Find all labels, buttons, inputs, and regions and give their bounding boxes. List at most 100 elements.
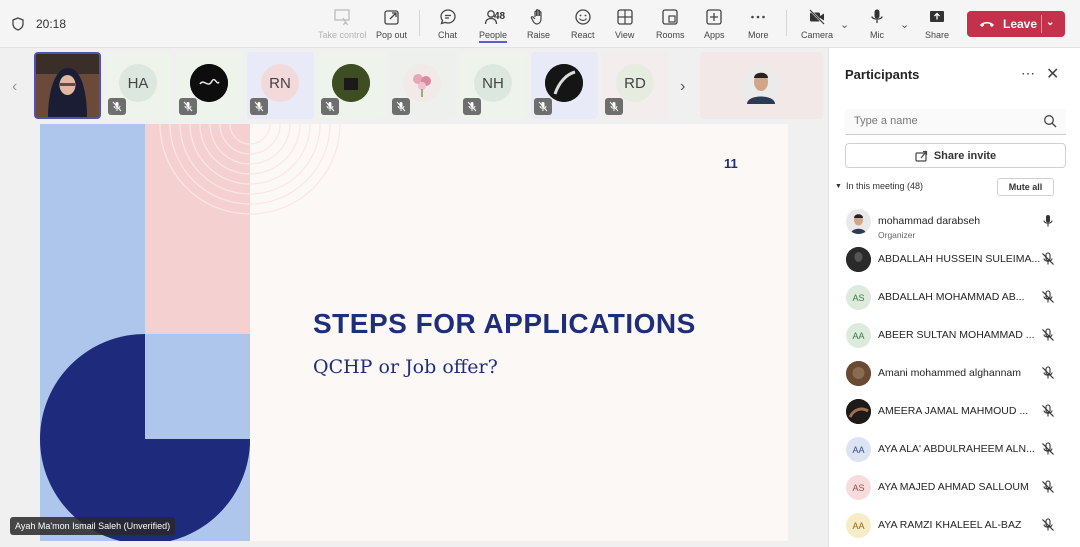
participant-search — [845, 109, 1066, 135]
hand-icon — [530, 9, 542, 25]
avatar — [846, 399, 871, 424]
participant-name: AYA MAJED AHMAD SALLOUM — [878, 481, 1029, 493]
muted-badge — [108, 98, 126, 115]
pop-out-button[interactable]: Pop out — [376, 8, 407, 44]
meeting-timer: 20:18 — [36, 17, 67, 31]
slide-title: STEPS FOR APPLICATIONS — [313, 308, 696, 339]
more-dots-icon — [751, 15, 766, 19]
people-button[interactable]: 48 People — [479, 8, 508, 44]
camera-options-chevron-icon[interactable]: ⌄ — [840, 18, 849, 31]
tile-photo — [403, 64, 441, 102]
in-meeting-section-header[interactable]: ▼ In this meeting (48) — [835, 181, 923, 191]
mic-off-icon — [325, 101, 335, 112]
muted-badge — [605, 98, 623, 115]
mic-off-icon — [609, 101, 619, 112]
camera-button[interactable]: Camera — [801, 8, 833, 44]
participant-name: AYA RAMZI KHALEEL AL-BAZ — [878, 519, 1022, 531]
participant-row[interactable]: AA ABEER SULTAN MOHAMMAD ... — [829, 319, 1080, 353]
rooms-icon — [662, 9, 678, 25]
mic-off-icon — [1042, 480, 1054, 493]
share-invite-button[interactable]: Share invite — [845, 143, 1066, 168]
mic-off-icon — [112, 101, 122, 112]
more-button[interactable]: More — [748, 8, 769, 44]
rooms-button[interactable]: Rooms — [656, 8, 685, 44]
react-button[interactable]: React — [571, 8, 595, 44]
leave-options-chevron-icon[interactable]: ⌄ — [1046, 17, 1054, 28]
muted-badge — [250, 98, 268, 115]
camera-off-icon — [809, 9, 825, 25]
participant-row[interactable]: ABDALLAH HUSSEIN SULEIMA... — [829, 243, 1080, 277]
collapse-caret-icon: ▼ — [835, 182, 842, 190]
participant-tile[interactable]: RN — [247, 52, 314, 119]
share-icon — [915, 150, 927, 162]
hang-up-icon — [980, 22, 994, 27]
slide-number: 11 — [724, 156, 738, 171]
participant-tile[interactable] — [176, 52, 243, 119]
chat-button[interactable]: Chat — [438, 8, 457, 44]
more-options-icon[interactable]: ⋯ — [1021, 65, 1036, 82]
participant-tile[interactable]: RD — [602, 52, 669, 119]
avatar — [846, 209, 871, 234]
mic-off-icon — [1042, 252, 1054, 265]
participant-row[interactable]: AA AYA ALA' ABDULRAHEEM ALN... — [829, 433, 1080, 467]
take-control-button[interactable]: Take control — [318, 8, 367, 44]
participant-name: mohammad darabseh — [878, 215, 981, 227]
participant-name: AMEERA JAMAL MAHMOUD ... — [878, 405, 1029, 417]
search-input[interactable] — [854, 109, 1039, 133]
strip-next-arrow-icon[interactable]: › — [680, 78, 685, 96]
participant-tile[interactable]: NH — [460, 52, 527, 119]
search-icon[interactable] — [1043, 114, 1057, 128]
shield-icon — [12, 17, 24, 31]
video-feed — [36, 54, 99, 117]
strip-prev-arrow-icon[interactable]: ‹ — [12, 78, 17, 96]
mute-all-button[interactable]: Mute all — [997, 178, 1054, 196]
raise-hand-button[interactable]: Raise — [527, 8, 550, 44]
share-button[interactable]: Share — [925, 8, 949, 44]
mic-options-chevron-icon[interactable]: ⌄ — [900, 18, 909, 31]
participant-name: ABDALLAH HUSSEIN SULEIMA... — [878, 253, 1041, 265]
tile-photo — [190, 64, 228, 102]
leave-divider — [1041, 15, 1042, 33]
avatar — [846, 361, 871, 386]
participant-name: AYA ALA' ABDULRAHEEM ALN... — [878, 443, 1035, 455]
tile-initials: NH — [474, 64, 512, 102]
muted-badge — [392, 98, 410, 115]
presenter-name-tag: Ayah Ma'mon Ismail Saleh (Unverified) — [10, 517, 176, 535]
muted-badge — [534, 98, 552, 115]
tile-initials: RD — [616, 64, 654, 102]
tile-initials: HA — [119, 64, 157, 102]
panel-title: Participants — [845, 67, 920, 82]
participant-row[interactable]: AA AYA RAMZI KHALEEL AL-BAZ — [829, 509, 1080, 543]
avatar: AA — [846, 437, 871, 462]
participant-tile[interactable] — [318, 52, 385, 119]
mic-off-icon — [254, 101, 264, 112]
meeting-toolbar: 20:18 Take control Pop out Chat 48 Peopl… — [0, 0, 1080, 48]
organizer-tile[interactable] — [700, 52, 823, 119]
participants-panel: Participants ⋯ ✕ Share invite ▼ In this … — [828, 48, 1080, 547]
view-button[interactable]: View — [615, 8, 634, 44]
microphone-icon — [1043, 215, 1053, 227]
participant-row[interactable]: AMEERA JAMAL MAHMOUD ... — [829, 395, 1080, 429]
toolbar-divider — [419, 10, 420, 36]
participant-tile[interactable] — [389, 52, 456, 119]
avatar: AS — [846, 285, 871, 310]
participant-row[interactable]: mohammad darabseh Organizer — [829, 205, 1080, 240]
video-tile-self[interactable] — [34, 52, 101, 119]
organizer-photo — [742, 66, 780, 104]
participant-tile[interactable]: HA — [105, 52, 172, 119]
mic-button[interactable]: Mic — [868, 8, 886, 44]
participant-row[interactable]: AS ABDALLAH MOHAMMAD AB... — [829, 281, 1080, 315]
mic-off-icon — [396, 101, 406, 112]
people-count: 48 — [494, 11, 506, 22]
apps-button[interactable]: Apps — [704, 8, 725, 44]
mic-off-icon — [1042, 404, 1054, 417]
take-control-icon — [334, 9, 350, 26]
share-screen-icon — [930, 11, 945, 22]
participant-row[interactable]: AS AYA MAJED AHMAD SALLOUM — [829, 471, 1080, 505]
participant-row[interactable]: Amani mohammed alghannam — [829, 357, 1080, 391]
mic-off-icon — [467, 101, 477, 112]
muted-badge — [179, 98, 197, 115]
participant-tile[interactable] — [531, 52, 598, 119]
leave-button[interactable]: Leave ⌄ — [967, 11, 1065, 37]
close-icon[interactable]: ✕ — [1046, 64, 1059, 84]
